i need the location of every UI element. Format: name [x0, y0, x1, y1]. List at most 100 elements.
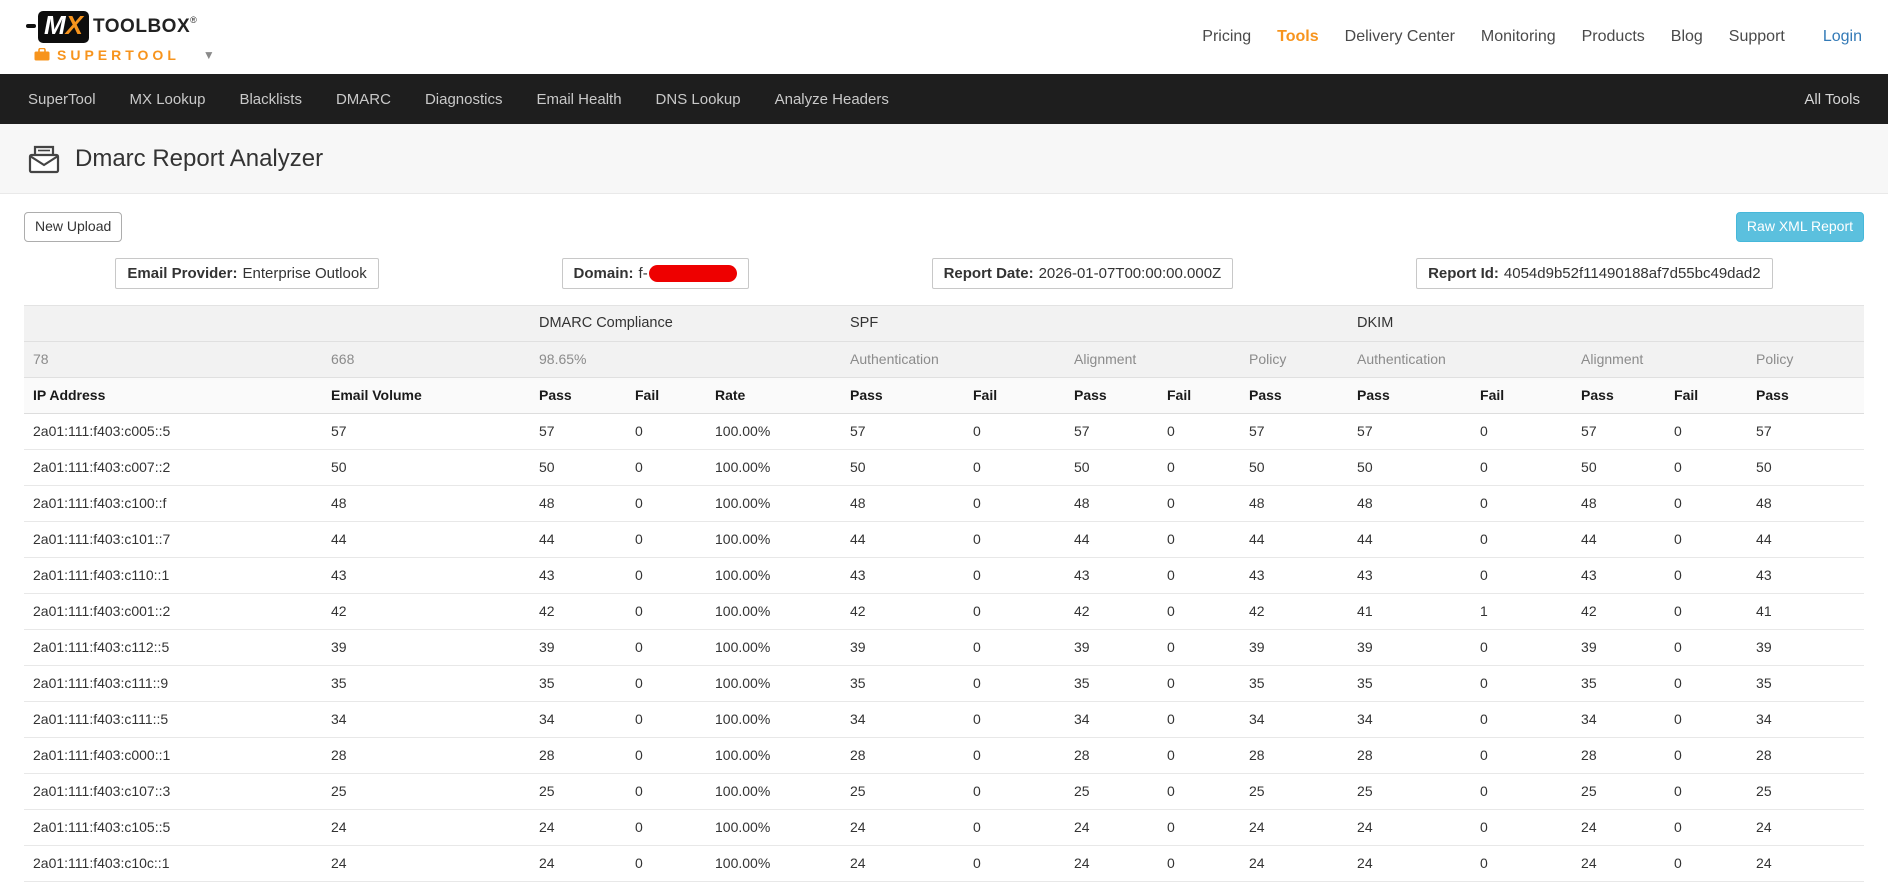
toolbar-item-email-health[interactable]: Email Health [537, 91, 622, 108]
value-cell: 0 [626, 773, 706, 809]
value-cell: 0 [964, 557, 1065, 593]
toolbar-item-mx-lookup[interactable]: MX Lookup [130, 91, 206, 108]
table-row[interactable]: 2a01:111:f403:c100::f48480100.00%4804804… [24, 485, 1864, 521]
dkim-authentication-subheader: Authentication [1348, 341, 1572, 377]
value-cell: 44 [841, 521, 964, 557]
value-cell: 43 [841, 557, 964, 593]
column-header-1-email-volume: Email Volume [322, 377, 530, 413]
table-row[interactable]: 2a01:111:f403:c105::524240100.00%2402402… [24, 809, 1864, 845]
table-row[interactable]: 2a01:111:f403:c005::557570100.00%5705705… [24, 413, 1864, 449]
value-cell: 0 [1665, 773, 1747, 809]
table-row[interactable]: 2a01:111:f403:c111::534340100.00%3403403… [24, 701, 1864, 737]
toolbar-item-supertool[interactable]: SuperTool [28, 91, 96, 108]
value-cell: 35 [841, 665, 964, 701]
dmarc-compliance-group-header: DMARC Compliance [530, 305, 841, 341]
value-cell: 0 [1158, 665, 1240, 701]
mxtoolbox-logo[interactable]: MX TOOLBOX ® SUPERTOOL ▼ [26, 11, 215, 63]
column-header-0-ip-address: IP Address [24, 377, 322, 413]
nav-item-support[interactable]: Support [1729, 28, 1785, 46]
new-upload-button[interactable]: New Upload [24, 212, 122, 242]
value-cell: 42 [530, 593, 626, 629]
table-row[interactable]: 2a01:111:f403:c111::935350100.00%3503503… [24, 665, 1864, 701]
report-id-label: Report Id: [1428, 265, 1499, 282]
nav-item-pricing[interactable]: Pricing [1202, 28, 1251, 46]
raw-xml-report-button[interactable]: Raw XML Report [1736, 212, 1864, 242]
spf-authentication-subheader: Authentication [841, 341, 1065, 377]
supertool-label: SUPERTOOL [57, 47, 180, 63]
value-cell: 100.00% [706, 629, 841, 665]
toolbar-item-analyze-headers[interactable]: Analyze Headers [775, 91, 889, 108]
value-cell: 35 [1240, 665, 1348, 701]
spf-group-header: SPF [841, 305, 1348, 341]
value-cell: 0 [1471, 413, 1572, 449]
toolbar-item-dmarc[interactable]: DMARC [336, 91, 391, 108]
total-ip-count: 78 [24, 341, 322, 377]
all-tools-link[interactable]: All Tools [1804, 91, 1860, 108]
value-cell: 0 [626, 629, 706, 665]
value-cell: 28 [530, 737, 626, 773]
toolbar-item-dns-lookup[interactable]: DNS Lookup [656, 91, 741, 108]
email-provider-value: Enterprise Outlook [242, 265, 366, 282]
table-row[interactable]: 2a01:111:f403:c101::744440100.00%4404404… [24, 521, 1864, 557]
value-cell: 100.00% [706, 773, 841, 809]
value-cell: 43 [322, 557, 530, 593]
column-header-6-fail: Fail [964, 377, 1065, 413]
nav-item-products[interactable]: Products [1582, 28, 1645, 46]
value-cell: 0 [964, 701, 1065, 737]
value-cell: 43 [1747, 557, 1864, 593]
table-row[interactable]: 2a01:111:f403:c107::325250100.00%2502502… [24, 773, 1864, 809]
value-cell: 25 [322, 773, 530, 809]
logo-top: MX TOOLBOX ® [26, 11, 215, 43]
table-row[interactable]: 2a01:111:f403:c112::539390100.00%3903903… [24, 629, 1864, 665]
table-row[interactable]: 2a01:111:f403:c001::242420100.00%4204204… [24, 593, 1864, 629]
value-cell: 0 [1471, 665, 1572, 701]
column-header-8-fail: Fail [1158, 377, 1240, 413]
domain-value: f- [639, 265, 648, 282]
ip-address-cell: 2a01:111:f403:c000::1 [24, 737, 322, 773]
value-cell: 0 [626, 701, 706, 737]
column-header-12-pass: Pass [1572, 377, 1665, 413]
toolbar-item-diagnostics[interactable]: Diagnostics [425, 91, 503, 108]
value-cell: 42 [841, 593, 964, 629]
chevron-down-icon[interactable]: ▼ [203, 48, 215, 62]
dmarc-report-icon [28, 144, 62, 174]
nav-item-blog[interactable]: Blog [1671, 28, 1703, 46]
value-cell: 24 [1572, 809, 1665, 845]
table-row[interactable]: 2a01:111:f403:c110::143430100.00%4304304… [24, 557, 1864, 593]
value-cell: 48 [1572, 485, 1665, 521]
value-cell: 0 [964, 629, 1065, 665]
value-cell: 0 [1471, 557, 1572, 593]
value-cell: 57 [1747, 413, 1864, 449]
logo-m: M [44, 10, 66, 40]
report-id-value: 4054d9b52f11490188af7d55bc49dad2 [1504, 265, 1761, 282]
column-header-13-fail: Fail [1665, 377, 1747, 413]
nav-item-monitoring[interactable]: Monitoring [1481, 28, 1556, 46]
value-cell: 24 [841, 809, 964, 845]
value-cell: 48 [530, 485, 626, 521]
value-cell: 57 [322, 413, 530, 449]
value-cell: 0 [1471, 701, 1572, 737]
value-cell: 34 [1065, 701, 1158, 737]
value-cell: 0 [964, 665, 1065, 701]
value-cell: 100.00% [706, 665, 841, 701]
value-cell: 34 [1240, 701, 1348, 737]
main-content: New Upload Raw XML Report Email Provider… [0, 212, 1888, 882]
value-cell: 34 [841, 701, 964, 737]
table-row[interactable]: 2a01:111:f403:c007::250500100.00%5005005… [24, 449, 1864, 485]
value-cell: 42 [322, 593, 530, 629]
value-cell: 43 [1240, 557, 1348, 593]
toolbar-item-blacklists[interactable]: Blacklists [239, 91, 302, 108]
nav-item-delivery-center[interactable]: Delivery Center [1345, 28, 1455, 46]
value-cell: 24 [1747, 809, 1864, 845]
table-row[interactable]: 2a01:111:f403:c000::128280100.00%2802802… [24, 737, 1864, 773]
value-cell: 28 [322, 737, 530, 773]
supertool-selector[interactable]: SUPERTOOL ▼ [34, 47, 215, 63]
toolbar-items: SuperTool MX Lookup Blacklists DMARC Diagnos… [28, 91, 889, 108]
value-cell: 50 [530, 449, 626, 485]
login-link[interactable]: Login [1823, 28, 1862, 46]
nav-item-tools[interactable]: Tools [1277, 28, 1318, 46]
table-body: 2a01:111:f403:c005::557570100.00%5705705… [24, 413, 1864, 881]
dkim-group-header: DKIM [1348, 305, 1864, 341]
value-cell: 34 [1747, 701, 1864, 737]
value-cell: 100.00% [706, 701, 841, 737]
